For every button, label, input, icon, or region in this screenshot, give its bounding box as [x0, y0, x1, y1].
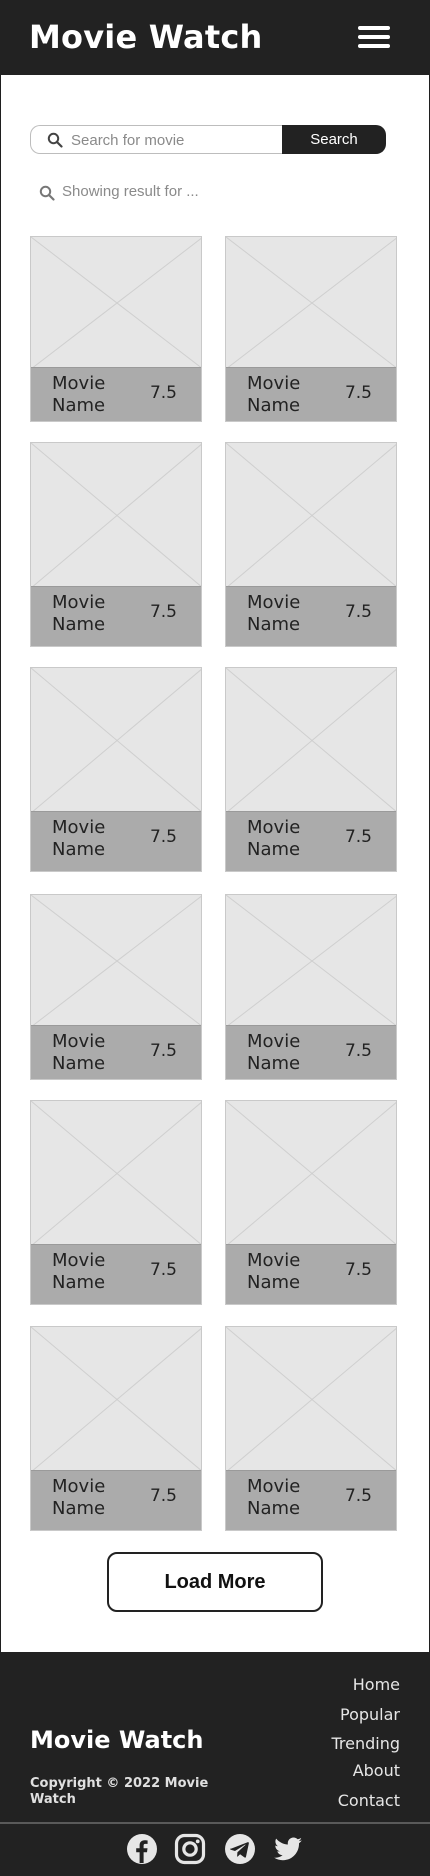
- poster-placeholder: [226, 895, 396, 1027]
- search-bar: Search: [30, 125, 386, 154]
- movie-name: Movie Name: [52, 817, 106, 860]
- footer-link-home[interactable]: Home: [353, 1675, 400, 1694]
- movie-name: Movie Name: [247, 817, 301, 860]
- movie-rating: 7.5: [344, 602, 372, 622]
- facebook-icon[interactable]: [126, 1833, 158, 1865]
- movie-info-bar: Movie Name 7.5: [31, 1025, 201, 1079]
- footer-divider: [0, 1822, 430, 1824]
- movie-rating: 7.5: [344, 1041, 372, 1061]
- movie-card[interactable]: Movie Name 7.5: [225, 236, 397, 422]
- movie-info-bar: Movie Name 7.5: [31, 586, 201, 646]
- poster-placeholder: [31, 1101, 201, 1246]
- movie-name: Movie Name: [52, 1476, 106, 1519]
- poster-placeholder: [31, 668, 201, 813]
- app-header: Movie Watch: [0, 0, 430, 75]
- movie-card[interactable]: Movie Name 7.5: [225, 1326, 397, 1531]
- movie-card[interactable]: Movie Name 7.5: [225, 667, 397, 872]
- movie-name: Movie Name: [247, 1250, 301, 1293]
- poster-placeholder: [226, 1101, 396, 1246]
- movie-rating: 7.5: [344, 383, 372, 403]
- poster-placeholder: [31, 1327, 201, 1472]
- movie-rating: 7.5: [149, 827, 177, 847]
- poster-placeholder: [31, 443, 201, 588]
- movie-info-bar: Movie Name 7.5: [226, 811, 396, 871]
- movie-rating: 7.5: [149, 1041, 177, 1061]
- movie-info-bar: Movie Name 7.5: [226, 1470, 396, 1530]
- movie-info-bar: Movie Name 7.5: [226, 586, 396, 646]
- site-footer: Movie Watch Copyright © 2022 Movie Watch…: [0, 1652, 430, 1876]
- movie-info-bar: Movie Name 7.5: [31, 367, 201, 421]
- movie-rating: 7.5: [344, 827, 372, 847]
- movie-name: Movie Name: [247, 373, 301, 416]
- movie-info-bar: Movie Name 7.5: [31, 1244, 201, 1304]
- footer-link-trending[interactable]: Trending: [331, 1734, 400, 1753]
- movie-name: Movie Name: [247, 1476, 301, 1519]
- result-text: Showing result for ...: [62, 183, 199, 200]
- poster-placeholder: [226, 443, 396, 588]
- movie-card[interactable]: Movie Name 7.5: [225, 894, 397, 1080]
- movie-card[interactable]: Movie Name 7.5: [30, 442, 202, 647]
- telegram-icon[interactable]: [224, 1833, 256, 1865]
- twitter-icon[interactable]: [272, 1833, 304, 1865]
- footer-link-about[interactable]: About: [353, 1761, 400, 1780]
- search-field-container: [30, 125, 286, 154]
- movie-name: Movie Name: [52, 1250, 106, 1293]
- search-input[interactable]: [71, 129, 276, 151]
- movie-card[interactable]: Movie Name 7.5: [30, 236, 202, 422]
- movie-card[interactable]: Movie Name 7.5: [30, 1326, 202, 1531]
- movie-info-bar: Movie Name 7.5: [31, 811, 201, 871]
- app-title: Movie Watch: [29, 18, 263, 56]
- footer-link-popular[interactable]: Popular: [340, 1705, 400, 1724]
- movie-rating: 7.5: [149, 1260, 177, 1280]
- movie-rating: 7.5: [149, 602, 177, 622]
- instagram-icon[interactable]: [174, 1833, 206, 1865]
- movie-rating: 7.5: [344, 1260, 372, 1280]
- movie-card[interactable]: Movie Name 7.5: [225, 442, 397, 647]
- load-more-button[interactable]: Load More: [107, 1552, 323, 1612]
- poster-placeholder: [31, 895, 201, 1027]
- hamburger-menu-icon[interactable]: [358, 24, 392, 50]
- footer-link-contact[interactable]: Contact: [338, 1791, 400, 1810]
- poster-placeholder: [226, 668, 396, 813]
- movie-card[interactable]: Movie Name 7.5: [225, 1100, 397, 1305]
- search-icon: [39, 185, 55, 201]
- movie-name: Movie Name: [52, 1031, 106, 1074]
- movie-info-bar: Movie Name 7.5: [31, 1470, 201, 1530]
- movie-name: Movie Name: [247, 592, 301, 635]
- search-icon: [47, 132, 63, 148]
- movie-info-bar: Movie Name 7.5: [226, 1244, 396, 1304]
- movie-card[interactable]: Movie Name 7.5: [30, 1100, 202, 1305]
- poster-placeholder: [226, 1327, 396, 1472]
- poster-placeholder: [226, 237, 396, 369]
- movie-name: Movie Name: [52, 592, 106, 635]
- footer-brand: Movie Watch: [30, 1726, 204, 1754]
- movie-rating: 7.5: [149, 383, 177, 403]
- movie-card[interactable]: Movie Name 7.5: [30, 667, 202, 872]
- movie-rating: 7.5: [149, 1486, 177, 1506]
- movie-card[interactable]: Movie Name 7.5: [30, 894, 202, 1080]
- poster-placeholder: [31, 237, 201, 369]
- movie-name: Movie Name: [52, 373, 106, 416]
- search-button[interactable]: Search: [282, 125, 386, 154]
- movie-name: Movie Name: [247, 1031, 301, 1074]
- movie-info-bar: Movie Name 7.5: [226, 367, 396, 421]
- movie-rating: 7.5: [344, 1486, 372, 1506]
- copyright-text: Copyright © 2022 Movie Watch: [30, 1776, 209, 1807]
- movie-info-bar: Movie Name 7.5: [226, 1025, 396, 1079]
